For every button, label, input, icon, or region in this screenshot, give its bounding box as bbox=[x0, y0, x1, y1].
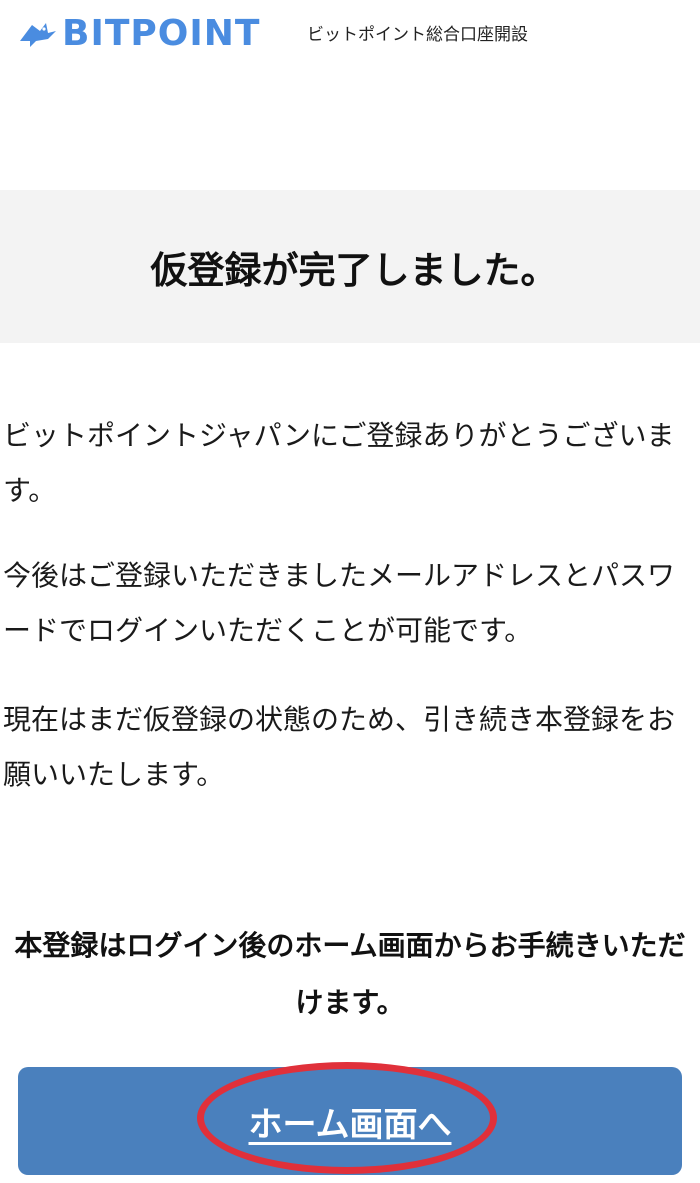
logo-text: BITPOINT bbox=[62, 13, 261, 54]
home-screen-button[interactable]: ホーム画面へ bbox=[18, 1067, 682, 1175]
page-title: 仮登録が完了しました。 bbox=[150, 248, 558, 292]
home-screen-button-label: ホーム画面へ bbox=[248, 1104, 452, 1145]
status-paragraph: 現在はまだ仮登録の状態のため、引き続き本登録をお願いいたします。 bbox=[3, 703, 676, 791]
login-info-paragraph: 今後はご登録いただきましたメールアドレスとパスワードでログインいただくことが可能… bbox=[3, 559, 676, 647]
bird-logo-icon bbox=[20, 23, 56, 47]
bitpoint-logo[interactable]: BITPOINT bbox=[18, 12, 260, 56]
thanks-paragraph: ビットポイントジャパンにご登録ありがとうございます。 bbox=[3, 419, 675, 507]
completion-banner: 仮登録が完了しました。 bbox=[0, 190, 700, 343]
header-title: ビットポイント総合口座開設 bbox=[307, 25, 528, 45]
registration-notice: 本登録はログイン後のホーム画面からお手続きいただけます。 bbox=[14, 929, 686, 1019]
header: BITPOINT ビットポイント総合口座開設 bbox=[0, 0, 700, 72]
